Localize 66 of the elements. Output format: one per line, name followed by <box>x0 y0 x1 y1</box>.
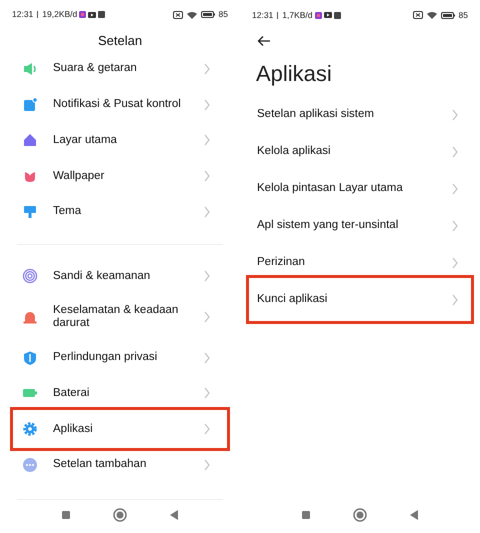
chevron-icon <box>203 387 211 400</box>
settings-item[interactable]: Apl sistem yang ter-unsintal <box>252 207 468 244</box>
home-button[interactable] <box>112 506 128 523</box>
settings-item[interactable]: Kelola aplikasi <box>252 133 468 170</box>
alarm-icon <box>22 309 38 325</box>
chevron-icon <box>451 220 459 232</box>
settings-item[interactable]: Keselamatan & keadaan darurat <box>14 294 226 340</box>
app-notification-icon <box>314 12 322 18</box>
settings-item[interactable]: Wallpaper <box>14 158 226 194</box>
settings-item[interactable]: Aplikasi <box>14 411 226 447</box>
chevron-icon <box>203 423 211 436</box>
back-arrow-icon[interactable] <box>257 35 271 47</box>
chevron-icon <box>203 206 211 218</box>
battery-status-icon <box>440 12 455 18</box>
chevron-icon <box>203 98 211 111</box>
chevron-icon <box>203 311 211 323</box>
brush-icon <box>22 204 38 220</box>
status-time: 12:31 <box>12 8 34 22</box>
settings-item[interactable]: Sandi & keamanan <box>14 258 226 294</box>
settings-item[interactable]: Suara & getaran <box>14 51 226 87</box>
home-button[interactable] <box>352 506 368 522</box>
sim-icon <box>172 10 183 19</box>
home-icon <box>22 132 38 148</box>
chevron-icon <box>451 256 459 268</box>
settings-item[interactable]: Baterai <box>14 375 226 412</box>
fingerprint-icon <box>22 268 38 284</box>
settings-item[interactable]: Layar utama <box>14 122 226 158</box>
chevron-icon <box>203 170 211 182</box>
app-notification-icon <box>98 11 106 18</box>
more-icon <box>22 456 38 473</box>
battery-level: 85 <box>218 8 228 22</box>
settings-item[interactable]: Kunci aplikasi <box>252 281 468 318</box>
chevron-icon <box>451 146 459 158</box>
chevron-icon <box>451 182 459 194</box>
network-speed: 19,2KB/d <box>42 8 78 22</box>
battery-level: 85 <box>458 8 468 22</box>
sim-icon <box>412 11 423 19</box>
chevron-icon <box>203 134 211 146</box>
status-time: 12:31 <box>252 8 274 22</box>
speaker-icon <box>22 60 38 77</box>
chevron-icon <box>203 62 211 75</box>
shield-icon <box>22 350 38 366</box>
chevron-icon <box>203 458 211 471</box>
chevron-icon <box>203 352 211 364</box>
app-notification-icon <box>334 12 341 18</box>
settings-item[interactable]: Setelan tambahan <box>14 446 226 483</box>
app-notification-icon <box>79 11 86 18</box>
video-notification-icon <box>324 12 332 18</box>
screen-title: Setelan <box>96 32 144 50</box>
wifi-icon <box>186 10 197 19</box>
settings-item[interactable]: Tema <box>14 194 226 230</box>
screen-title: Aplikasi <box>255 60 333 88</box>
battery-status-icon <box>200 11 215 18</box>
settings-item[interactable]: Notifikasi & Pusat kontrol <box>14 86 226 122</box>
chevron-icon <box>203 270 211 282</box>
chevron-icon <box>451 294 459 306</box>
settings-item[interactable]: Setelan aplikasi sistem <box>252 96 468 133</box>
video-notification-icon <box>88 12 96 18</box>
gear-icon <box>22 421 38 438</box>
chevron-icon <box>451 108 459 120</box>
settings-item[interactable]: Perizinan <box>252 244 468 281</box>
notification-icon <box>22 96 38 113</box>
settings-item[interactable]: Perlindungan privasi <box>14 340 226 376</box>
settings-item[interactable]: Kelola pintasan Layar utama <box>252 170 468 207</box>
network-speed: 1,7KB/d <box>282 8 313 22</box>
wifi-icon <box>426 11 437 19</box>
